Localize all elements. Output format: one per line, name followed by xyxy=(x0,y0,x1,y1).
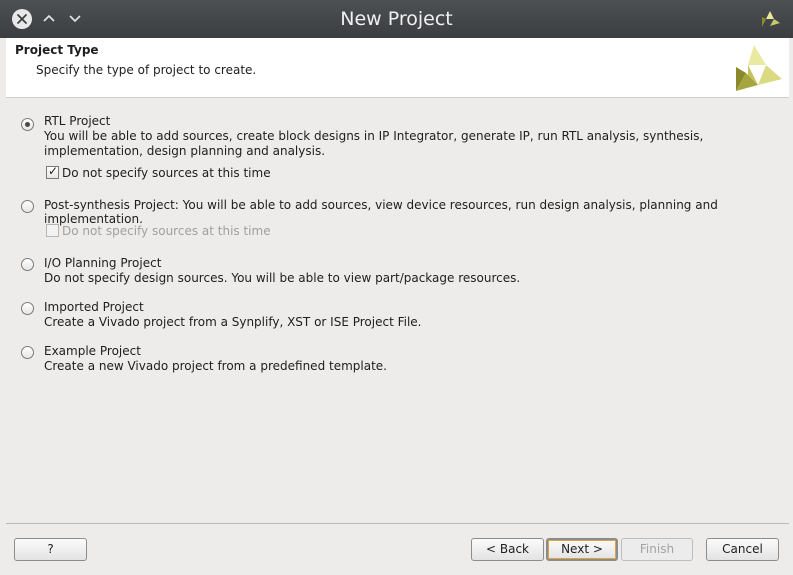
rtl-project-radio[interactable] xyxy=(21,118,34,131)
help-button[interactable]: ? xyxy=(14,538,87,561)
io-planning-description: Do not specify design sources. You will … xyxy=(44,271,521,285)
post-synthesis-radio[interactable] xyxy=(21,200,34,213)
io-planning-radio[interactable] xyxy=(21,258,34,271)
post-synthesis-no-sources-checkbox xyxy=(46,224,59,237)
imported-project-description: Create a Vivado project from a Synplify,… xyxy=(44,315,422,329)
next-button[interactable]: Next > xyxy=(546,538,618,561)
new-project-window: New Project Project Type Specify the typ… xyxy=(0,0,793,575)
vivado-logo-icon xyxy=(734,45,782,93)
page-title: Project Type xyxy=(15,43,99,57)
title-bar: New Project xyxy=(0,0,793,38)
post-synthesis-label[interactable]: Post-synthesis Project: You will be able… xyxy=(44,198,789,226)
back-button[interactable]: < Back xyxy=(471,538,544,561)
vivado-logo-icon xyxy=(760,9,780,29)
window-title: New Project xyxy=(340,8,453,30)
imported-project-radio[interactable] xyxy=(21,302,34,315)
rtl-project-description: You will be able to add sources, create … xyxy=(44,129,704,158)
footer-separator xyxy=(6,523,789,524)
rtl-no-sources-label[interactable]: Do not specify sources at this time xyxy=(62,166,271,180)
cancel-button[interactable]: Cancel xyxy=(706,538,779,561)
io-planning-label[interactable]: I/O Planning Project xyxy=(44,256,161,270)
imported-project-label[interactable]: Imported Project xyxy=(44,300,144,314)
finish-button: Finish xyxy=(621,538,693,561)
example-project-radio[interactable] xyxy=(21,346,34,359)
example-project-description: Create a new Vivado project from a prede… xyxy=(44,359,387,373)
project-type-options: RTL Project You will be able to add sour… xyxy=(6,99,789,523)
page-subtitle: Specify the type of project to create. xyxy=(36,63,257,77)
rtl-no-sources-checkbox[interactable] xyxy=(46,164,59,179)
example-project-label[interactable]: Example Project xyxy=(44,344,141,358)
wizard-header: Project Type Specify the type of project… xyxy=(6,38,789,98)
rtl-project-label[interactable]: RTL Project xyxy=(44,114,110,128)
post-synthesis-no-sources-label: Do not specify sources at this time xyxy=(62,224,271,238)
